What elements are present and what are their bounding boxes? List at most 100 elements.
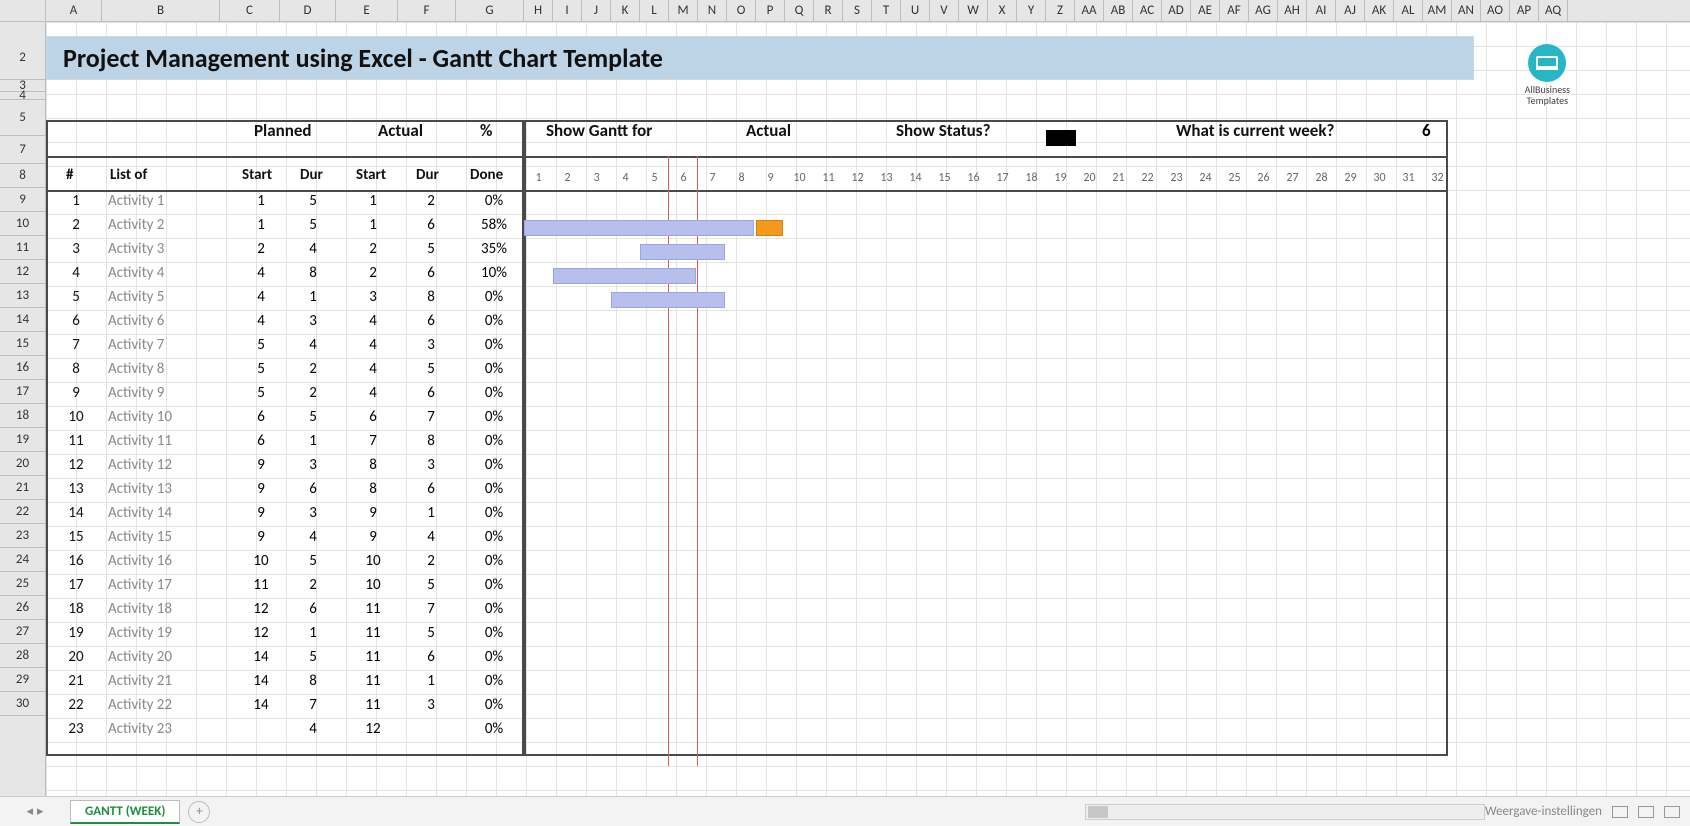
- col-header-Q[interactable]: Q: [785, 0, 814, 21]
- cell-actual-start[interactable]: 1: [348, 192, 398, 210]
- row-header-25[interactable]: 25: [0, 572, 45, 596]
- row-header-2[interactable]: 2: [0, 36, 45, 80]
- cell-planned-start[interactable]: 11: [236, 576, 286, 594]
- row-header-gutter[interactable]: 2345789101112131415161718192021222324252…: [0, 22, 46, 796]
- col-header-C[interactable]: C: [220, 0, 280, 21]
- cell-actual-dur[interactable]: 2: [406, 552, 456, 570]
- row-header-4[interactable]: 4: [0, 92, 45, 100]
- table-row[interactable]: 6Activity 643460%: [46, 312, 1446, 336]
- row-header-16[interactable]: 16: [0, 356, 45, 380]
- add-sheet-button[interactable]: +: [188, 801, 210, 823]
- cell-activity[interactable]: Activity 20: [108, 648, 228, 666]
- cell-done[interactable]: 0%: [464, 408, 524, 426]
- cell-planned-start[interactable]: 1: [236, 216, 286, 234]
- cell-num[interactable]: 10: [56, 408, 96, 426]
- cell-actual-dur[interactable]: 6: [406, 384, 456, 402]
- cell-num[interactable]: 11: [56, 432, 96, 450]
- col-header-E[interactable]: E: [336, 0, 398, 21]
- cell-activity[interactable]: Activity 17: [108, 576, 228, 594]
- cell-num[interactable]: 12: [56, 456, 96, 474]
- cell-activity[interactable]: Activity 11: [108, 432, 228, 450]
- cell-planned-start[interactable]: 4: [236, 264, 286, 282]
- row-header-19[interactable]: 19: [0, 428, 45, 452]
- row-header-5[interactable]: 5: [0, 100, 45, 136]
- cell-num[interactable]: 6: [56, 312, 96, 330]
- col-header-H[interactable]: H: [524, 0, 553, 21]
- cell-actual-start[interactable]: 2: [348, 264, 398, 282]
- col-header-AQ[interactable]: AQ: [1539, 0, 1568, 21]
- cell-planned-start[interactable]: 5: [236, 384, 286, 402]
- view-settings-label[interactable]: Weergave-instellingen: [1485, 804, 1602, 819]
- cell-actual-dur[interactable]: 8: [406, 288, 456, 306]
- cell-num[interactable]: 19: [56, 624, 96, 642]
- cell-actual-dur[interactable]: 5: [406, 624, 456, 642]
- cell-planned-start[interactable]: 6: [236, 408, 286, 426]
- cell-planned-dur[interactable]: 8: [288, 264, 338, 282]
- cell-planned-dur[interactable]: 4: [288, 336, 338, 354]
- cell-actual-start[interactable]: 8: [348, 480, 398, 498]
- cell-num[interactable]: 1: [56, 192, 96, 210]
- row-header-23[interactable]: 23: [0, 524, 45, 548]
- cell-activity[interactable]: Activity 13: [108, 480, 228, 498]
- col-header-O[interactable]: O: [727, 0, 756, 21]
- cell-done[interactable]: 35%: [464, 240, 524, 258]
- cell-planned-dur[interactable]: 2: [288, 576, 338, 594]
- cell-done[interactable]: 0%: [464, 528, 524, 546]
- col-header-D[interactable]: D: [280, 0, 336, 21]
- cell-done[interactable]: 10%: [464, 264, 524, 282]
- col-header-AL[interactable]: AL: [1394, 0, 1423, 21]
- cell-planned-dur[interactable]: 2: [288, 384, 338, 402]
- cell-planned-dur[interactable]: 5: [288, 216, 338, 234]
- col-header-W[interactable]: W: [959, 0, 988, 21]
- cell-planned-dur[interactable]: 1: [288, 432, 338, 450]
- cell-activity[interactable]: Activity 18: [108, 600, 228, 618]
- col-header-X[interactable]: X: [988, 0, 1017, 21]
- cell-num[interactable]: 7: [56, 336, 96, 354]
- cell-num[interactable]: 14: [56, 504, 96, 522]
- cell-actual-dur[interactable]: 3: [406, 456, 456, 474]
- cell-planned-start[interactable]: 5: [236, 360, 286, 378]
- cell-planned-dur[interactable]: 3: [288, 504, 338, 522]
- table-row[interactable]: 18Activity 181261170%: [46, 600, 1446, 624]
- cell-planned-dur[interactable]: 1: [288, 288, 338, 306]
- table-row[interactable]: 15Activity 1594940%: [46, 528, 1446, 552]
- cell-done[interactable]: 0%: [464, 336, 524, 354]
- cell-actual-dur[interactable]: 1: [406, 672, 456, 690]
- cell-actual-start[interactable]: 7: [348, 432, 398, 450]
- col-header-L[interactable]: L: [640, 0, 669, 21]
- cell-planned-dur[interactable]: 4: [288, 720, 338, 738]
- col-header-AE[interactable]: AE: [1191, 0, 1220, 21]
- col-header-R[interactable]: R: [814, 0, 843, 21]
- cell-actual-dur[interactable]: 6: [406, 648, 456, 666]
- normal-view-icon[interactable]: [1612, 806, 1628, 818]
- cell-planned-dur[interactable]: 5: [288, 648, 338, 666]
- table-row[interactable]: 22Activity 221471130%: [46, 696, 1446, 720]
- cell-activity[interactable]: Activity 12: [108, 456, 228, 474]
- cell-planned-start[interactable]: 9: [236, 504, 286, 522]
- col-header-U[interactable]: U: [901, 0, 930, 21]
- cell-num[interactable]: 17: [56, 576, 96, 594]
- cell-planned-start[interactable]: 14: [236, 648, 286, 666]
- cell-planned-start[interactable]: 2: [236, 240, 286, 258]
- cell-activity[interactable]: Activity 19: [108, 624, 228, 642]
- cell-done[interactable]: 58%: [464, 216, 524, 234]
- cell-actual-dur[interactable]: 6: [406, 312, 456, 330]
- cell-planned-start[interactable]: 9: [236, 456, 286, 474]
- cell-actual-dur[interactable]: 3: [406, 336, 456, 354]
- col-header-Z[interactable]: Z: [1046, 0, 1075, 21]
- cell-activity[interactable]: Activity 21: [108, 672, 228, 690]
- table-row[interactable]: 12Activity 1293830%: [46, 456, 1446, 480]
- table-row[interactable]: 10Activity 1065670%: [46, 408, 1446, 432]
- cell-done[interactable]: 0%: [464, 696, 524, 714]
- cell-actual-start[interactable]: 11: [348, 672, 398, 690]
- row-header-9[interactable]: 9: [0, 188, 45, 212]
- col-header-AO[interactable]: AO: [1481, 0, 1510, 21]
- row-header-28[interactable]: 28: [0, 644, 45, 668]
- cell-actual-dur[interactable]: 5: [406, 576, 456, 594]
- cell-planned-start[interactable]: 4: [236, 288, 286, 306]
- cell-planned-start[interactable]: 9: [236, 528, 286, 546]
- col-header-AD[interactable]: AD: [1162, 0, 1191, 21]
- cell-planned-start[interactable]: 14: [236, 672, 286, 690]
- cell-actual-start[interactable]: 10: [348, 576, 398, 594]
- cell-actual-start[interactable]: 9: [348, 528, 398, 546]
